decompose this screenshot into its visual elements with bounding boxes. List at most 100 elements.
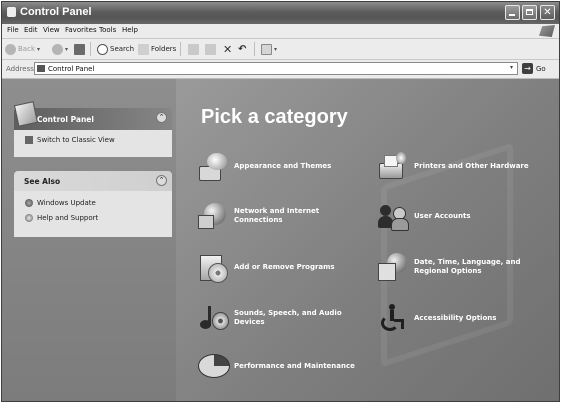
forward-arrow-icon (52, 43, 63, 55)
undo-icon: ↶ (238, 43, 247, 55)
undo-button[interactable]: ↶ (238, 43, 246, 55)
views-dropdown-icon: ▾ (274, 45, 278, 53)
move-to-icon (188, 43, 199, 55)
menu-help[interactable]: Help (122, 26, 138, 34)
minimize-icon (509, 14, 515, 16)
see-also-title: See Also (24, 177, 61, 186)
title-bar[interactable]: Control Panel ✕ (2, 2, 559, 24)
date-time-language-icon (378, 252, 408, 282)
printers-hardware-icon (378, 151, 408, 181)
delete-button[interactable]: ✕ (223, 42, 233, 56)
up-folder-button[interactable] (74, 43, 85, 55)
address-dropdown-icon[interactable]: ▾ (507, 64, 516, 73)
network-internet-icon (198, 201, 228, 231)
windows-update-label: Windows Update (37, 199, 96, 207)
task-pane: Control Panel ⌃ Switch to Classic View S… (2, 79, 176, 401)
search-icon (97, 43, 108, 55)
switch-to-classic-view-link[interactable]: Switch to Classic View (25, 136, 115, 144)
see-also-box-header[interactable]: See Also ⌃ (14, 171, 172, 191)
close-button[interactable]: ✕ (540, 5, 555, 20)
category-label: Sounds, Speech, and Audio Devices (234, 309, 342, 326)
toolbar: Back ▾ ▾ Search Folders ✕ ↶ ▾ (2, 39, 559, 60)
page-title: Pick a category (201, 106, 348, 128)
back-arrow-icon (5, 43, 16, 55)
help-and-support-link[interactable]: Help and Support (25, 214, 98, 222)
delete-icon: ✕ (223, 42, 233, 56)
maximize-button[interactable] (522, 5, 537, 20)
control-panel-box-body: Switch to Classic View (14, 130, 172, 157)
category-accessibility-options[interactable]: Accessibility Options (378, 303, 544, 333)
accessibility-icon (378, 303, 408, 333)
views-button[interactable]: ▾ (261, 43, 277, 55)
category-label: Date, Time, Language, and Regional Optio… (414, 258, 521, 275)
category-view: Pick a category Appearance and Themes Pr… (176, 79, 559, 401)
category-label: Add or Remove Programs (234, 262, 335, 271)
menu-edit[interactable]: Edit (24, 26, 38, 34)
category-printers-and-hardware[interactable]: Printers and Other Hardware (378, 151, 544, 181)
back-dropdown-icon: ▾ (37, 45, 41, 53)
control-panel-small-icon (37, 65, 45, 72)
search-button[interactable]: Search (97, 43, 134, 55)
search-label: Search (110, 45, 135, 53)
address-value: Control Panel (48, 65, 95, 73)
appearance-themes-icon (198, 151, 228, 181)
category-label: Performance and Maintenance (234, 361, 355, 370)
classic-view-icon (25, 136, 33, 144)
add-remove-programs-icon (198, 252, 228, 283)
control-panel-box-header[interactable]: Control Panel ⌃ (13, 101, 172, 130)
address-label: Address (6, 65, 34, 73)
views-icon (261, 43, 272, 55)
category-label: Printers and Other Hardware (414, 161, 529, 170)
control-panel-box-title: Control Panel (37, 115, 94, 124)
move-to-button[interactable] (188, 43, 199, 55)
category-label: Accessibility Options (414, 313, 497, 322)
category-performance-and-maintenance[interactable]: Performance and Maintenance (198, 351, 364, 381)
forward-button[interactable]: ▾ (52, 43, 68, 55)
toolbar-separator (180, 42, 181, 56)
category-label: User Accounts (414, 211, 471, 220)
window-title: Control Panel (20, 6, 92, 18)
minimize-button[interactable] (505, 5, 520, 20)
close-icon: ✕ (543, 7, 552, 18)
folders-label: Folders (151, 45, 177, 53)
address-field[interactable]: Control Panel ▾ (34, 62, 518, 75)
control-panel-window: Control Panel ✕ File Edit View Favorites… (1, 1, 560, 402)
windows-update-link[interactable]: Windows Update (25, 199, 96, 207)
menu-bar: File Edit View Favorites Tools Help (2, 24, 559, 39)
back-button[interactable]: Back ▾ (5, 43, 40, 55)
copy-to-icon (205, 43, 216, 55)
menu-tools[interactable]: Tools (99, 26, 116, 34)
folders-button[interactable]: Folders (138, 43, 176, 55)
category-add-remove-programs[interactable]: Add or Remove Programs (198, 252, 364, 283)
user-accounts-icon (378, 201, 409, 231)
copy-to-button[interactable] (205, 43, 216, 55)
go-button[interactable]: Go (536, 65, 546, 73)
menu-file[interactable]: File (7, 26, 19, 34)
menu-view[interactable]: View (43, 26, 60, 34)
address-bar: Address Control Panel ▾ → Go (2, 60, 559, 79)
sounds-audio-icon (198, 303, 229, 333)
control-panel-icon (13, 101, 39, 127)
see-also-box-body: Windows Update Help and Support (14, 191, 172, 237)
category-appearance-and-themes[interactable]: Appearance and Themes (198, 151, 364, 181)
collapse-icon[interactable]: ⌃ (156, 112, 167, 123)
category-label: Network and Internet Connections (234, 207, 320, 224)
windows-update-icon (25, 199, 33, 207)
category-user-accounts[interactable]: User Accounts (378, 201, 544, 231)
help-and-support-label: Help and Support (37, 214, 99, 222)
folders-icon (138, 43, 149, 55)
windows-logo-icon (539, 25, 555, 37)
category-date-time-language[interactable]: Date, Time, Language, and Regional Optio… (378, 252, 544, 282)
back-label: Back (18, 45, 35, 53)
category-sounds-and-audio[interactable]: Sounds, Speech, and Audio Devices (198, 303, 364, 333)
go-arrow-icon[interactable]: → (522, 63, 533, 74)
menu-favorites[interactable]: Favorites (65, 26, 97, 34)
control-panel-app-icon (7, 7, 16, 17)
category-label: Appearance and Themes (234, 161, 332, 170)
toolbar-separator (254, 42, 255, 56)
switch-to-classic-view-label: Switch to Classic View (37, 136, 115, 144)
toolbar-separator (90, 42, 91, 56)
collapse-icon[interactable]: ⌃ (156, 175, 167, 186)
forward-dropdown-icon: ▾ (65, 45, 69, 53)
category-network-and-internet[interactable]: Network and Internet Connections (198, 201, 364, 231)
